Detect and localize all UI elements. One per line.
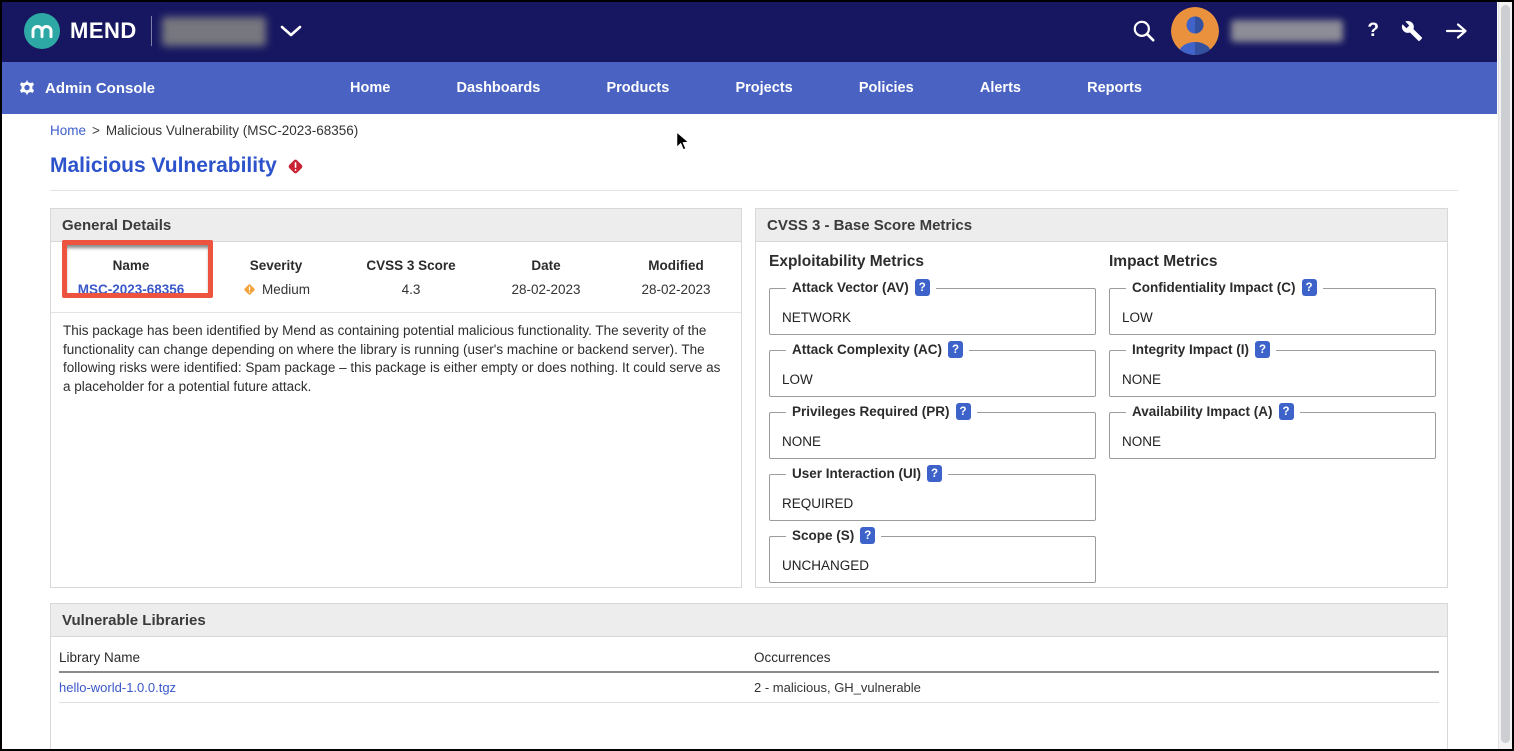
user-avatar[interactable] (1171, 7, 1219, 55)
page-title-row: Malicious Vulnerability (50, 154, 305, 178)
user-name-redacted[interactable] (1231, 20, 1343, 42)
occurrences-value: 2 - malicious, GH_vulnerable (754, 673, 1439, 703)
wrench-icon[interactable] (1401, 20, 1423, 42)
chevron-down-icon[interactable] (280, 25, 302, 37)
cvss3-score-value: 4.3 (341, 277, 481, 312)
avatar-icon (1171, 7, 1219, 55)
nav-item-products[interactable]: Products (606, 80, 669, 96)
metric-value: LOW (782, 372, 813, 387)
top-bar: MEND ? (0, 0, 1497, 62)
metric-privileges-required: Privileges Required (PR)? NONE (769, 412, 1096, 459)
table-row: hello-world-1.0.0.tgz (59, 673, 754, 703)
exploitability-metrics-heading: Exploitability Metrics (769, 253, 924, 271)
metric-value: NONE (782, 434, 821, 449)
nav-menu: Home Dashboards Products Projects Polici… (350, 62, 1142, 114)
severity-value: Medium (262, 282, 310, 297)
admin-console-label: Admin Console (45, 80, 155, 97)
metric-label: Privileges Required (PR) (792, 404, 950, 419)
column-header-occurrences: Occurrences (754, 645, 1439, 673)
vulnerable-libraries-table: Library Name Occurrences hello-world-1.0… (59, 645, 1439, 703)
cvss-panel-header: CVSS 3 - Base Score Metrics (756, 209, 1447, 242)
metric-user-interaction: User Interaction (UI)? REQUIRED (769, 474, 1096, 521)
metric-integrity-impact: Integrity Impact (I)? NONE (1109, 350, 1436, 397)
column-header-name: Name (51, 252, 211, 277)
library-name-link[interactable]: hello-world-1.0.0.tgz (59, 680, 176, 695)
column-header-cvss3score: CVSS 3 Score (341, 252, 481, 277)
metric-label: User Interaction (UI) (792, 466, 921, 481)
cvss-panel: CVSS 3 - Base Score Metrics Exploitabili… (755, 208, 1448, 588)
scrollbar-thumb[interactable] (1501, 5, 1510, 743)
help-icon[interactable]: ? (1302, 279, 1317, 296)
metric-value: NETWORK (782, 310, 851, 325)
metric-label: Availability Impact (A) (1132, 404, 1273, 419)
nav-item-alerts[interactable]: Alerts (980, 80, 1021, 96)
divider (151, 16, 152, 46)
mouse-cursor (672, 130, 694, 154)
metric-availability-impact: Availability Impact (A)? NONE (1109, 412, 1436, 459)
mend-logo[interactable]: MEND (24, 13, 137, 49)
breadcrumb: Home > Malicious Vulnerability (MSC-2023-6… (50, 123, 358, 138)
metric-attack-vector: Attack Vector (AV)? NETWORK (769, 288, 1096, 335)
top-bar-actions: ? (1131, 0, 1469, 62)
divider (50, 190, 1458, 191)
general-details-header: General Details (51, 209, 741, 242)
organization-name-redacted[interactable] (162, 17, 266, 46)
gear-icon (18, 79, 36, 97)
nav-item-policies[interactable]: Policies (859, 80, 914, 96)
metric-value: REQUIRED (782, 496, 853, 511)
vulnerable-libraries-header: Vulnerable Libraries (51, 604, 1447, 637)
vulnerability-description: This package has been identified by Mend… (51, 313, 741, 405)
metric-label: Attack Vector (AV) (792, 280, 909, 295)
help-icon[interactable]: ? (1255, 341, 1270, 358)
metric-label: Scope (S) (792, 528, 854, 543)
breadcrumb-separator: > (92, 123, 100, 138)
search-icon[interactable] (1131, 18, 1157, 44)
nav-item-projects[interactable]: Projects (735, 80, 792, 96)
metric-label: Integrity Impact (I) (1132, 342, 1249, 357)
column-header-library-name: Library Name (59, 645, 754, 673)
brand-name: MEND (70, 18, 137, 44)
logout-arrow-icon[interactable] (1445, 22, 1469, 40)
general-details-panel: General Details Name Severity CVSS 3 Sco… (50, 208, 742, 588)
help-icon[interactable]: ? (915, 279, 930, 296)
metric-value: UNCHANGED (782, 558, 869, 573)
help-icon[interactable]: ? (956, 403, 971, 420)
help-icon[interactable]: ? (927, 465, 942, 482)
metric-label: Confidentiality Impact (C) (1132, 280, 1296, 295)
metric-value: NONE (1122, 372, 1161, 387)
main-nav-bar: Admin Console Home Dashboards Products P… (0, 62, 1497, 114)
metric-label: Attack Complexity (AC) (792, 342, 942, 357)
column-header-date: Date (481, 252, 611, 277)
nav-item-dashboards[interactable]: Dashboards (456, 80, 540, 96)
impact-metrics-heading: Impact Metrics (1109, 253, 1218, 271)
severity-medium-icon (242, 282, 257, 297)
admin-console-button[interactable]: Admin Console (18, 62, 155, 114)
help-icon[interactable]: ? (860, 527, 875, 544)
app-window: MEND ? (0, 0, 1514, 751)
vulnerability-name-link[interactable]: MSC-2023-68356 (78, 282, 185, 297)
nav-item-home[interactable]: Home (350, 80, 390, 96)
critical-diamond-icon (286, 157, 305, 176)
metric-confidentiality-impact: Confidentiality Impact (C)? LOW (1109, 288, 1436, 335)
modified-value: 28-02-2023 (611, 277, 741, 312)
column-header-severity: Severity (211, 252, 341, 277)
metric-value: NONE (1122, 434, 1161, 449)
nav-item-reports[interactable]: Reports (1087, 80, 1142, 96)
date-value: 28-02-2023 (481, 277, 611, 312)
breadcrumb-home-link[interactable]: Home (50, 123, 86, 138)
metric-scope: Scope (S)? UNCHANGED (769, 536, 1096, 583)
vertical-scrollbar (1498, 2, 1512, 749)
column-header-modified: Modified (611, 252, 741, 277)
help-icon[interactable]: ? (1279, 403, 1294, 420)
help-icon[interactable]: ? (948, 341, 963, 358)
vulnerable-libraries-panel: Vulnerable Libraries Library Name Occurr… (50, 603, 1448, 749)
general-details-table: Name Severity CVSS 3 Score Date Modified… (51, 252, 741, 312)
breadcrumb-current: Malicious Vulnerability (MSC-2023-68356) (106, 123, 358, 138)
mend-logo-icon (24, 13, 60, 49)
metric-attack-complexity: Attack Complexity (AC)? LOW (769, 350, 1096, 397)
page-title: Malicious Vulnerability (50, 154, 277, 178)
help-icon[interactable]: ? (1367, 20, 1379, 42)
metric-value: LOW (1122, 310, 1153, 325)
